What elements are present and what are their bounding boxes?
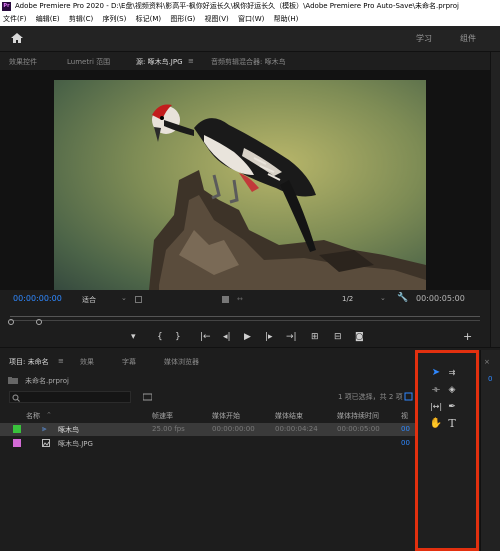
workspace-learn[interactable]: 学习 <box>416 33 432 44</box>
track-select-tool-icon[interactable]: ⇉ <box>445 367 459 379</box>
label-color-green[interactable] <box>13 425 21 433</box>
time-ruler[interactable] <box>10 316 480 317</box>
premiere-logo-icon: Pr <box>2 2 11 11</box>
sequence-icon: ⫸ <box>42 424 47 433</box>
mark-in-icon[interactable]: { <box>157 332 163 342</box>
slip-tool-icon[interactable]: |↔| <box>429 401 443 413</box>
col-media-start[interactable]: 媒体开始 <box>212 411 240 421</box>
zoom-end-handle-icon[interactable] <box>35 318 43 326</box>
window-title: Adobe Premiere Pro 2020 - D:\E盘\视频资料\影高平… <box>15 2 459 10</box>
search-icon <box>12 394 20 402</box>
razor-tool-icon[interactable]: ◈ <box>445 384 459 396</box>
quality-select[interactable]: 1/2 <box>342 295 353 303</box>
menu-marker[interactable]: 标记(M) <box>136 13 162 26</box>
image-file-icon <box>42 439 50 447</box>
row-end: 00:00:04:24 <box>275 425 318 433</box>
settings-box-icon[interactable] <box>135 296 142 303</box>
table-row[interactable]: ⫸ 啄木鸟 25.00 fps 00:00:00:00 00:00:04:24 … <box>0 423 415 436</box>
menu-graphics[interactable]: 图形(G) <box>170 13 195 26</box>
go-to-out-icon[interactable]: →| <box>286 332 297 342</box>
col-framerate[interactable]: 帧速率 <box>152 411 173 421</box>
tab-captions[interactable]: 字幕 <box>122 357 136 367</box>
col-name[interactable]: 名称 <box>26 411 40 421</box>
home-icon[interactable] <box>10 32 24 44</box>
label-color-magenta[interactable] <box>13 439 21 447</box>
timeline-panel-edge: × 0 <box>480 350 500 551</box>
row-video: 00 <box>401 425 410 433</box>
in-point-icon[interactable] <box>222 296 229 303</box>
playhead-timecode[interactable]: 00:00:00:00 <box>13 294 62 303</box>
hand-tool-icon[interactable]: ✋ <box>429 418 443 430</box>
play-icon[interactable]: ▶ <box>244 332 251 342</box>
tab-effects[interactable]: 效果 <box>80 357 94 367</box>
col-media-end[interactable]: 媒体结束 <box>275 411 303 421</box>
menu-edit[interactable]: 编辑(E) <box>36 13 60 26</box>
step-back-icon[interactable]: ◂| <box>223 332 231 342</box>
row-duration: 00:00:05:00 <box>337 425 380 433</box>
row-name[interactable]: 啄木鸟 <box>58 425 79 435</box>
tab-audio-clip-mixer[interactable]: 音频剪辑混合器: 啄木鸟 <box>211 57 286 67</box>
tab-lumetri-scopes[interactable]: Lumetri 范围 <box>67 57 110 67</box>
type-tool-icon[interactable]: T <box>445 418 459 430</box>
tab-source[interactable]: 源: 啄木鸟.JPG <box>136 57 183 71</box>
menu-view[interactable]: 视图(V) <box>204 13 228 26</box>
menu-help[interactable]: 帮助(H) <box>274 13 299 26</box>
project-breadcrumb: 未命名.prproj <box>25 377 69 385</box>
selection-count: 1 项已选择，共 2 项 <box>338 393 403 401</box>
source-panel-tabs: 效果控件 Lumetri 范围 源: 啄木鸟.JPG ≡ 音频剪辑混合器: 啄木… <box>0 52 500 71</box>
workspace-bar: 学习 组件 <box>0 26 500 52</box>
new-bin-icon[interactable] <box>143 393 152 401</box>
folder-icon <box>8 377 18 384</box>
add-button-icon[interactable]: + <box>463 331 472 342</box>
tab-project[interactable]: 项目: 未命名 <box>9 357 49 367</box>
drag-handle-icon[interactable]: ↔ <box>237 295 243 303</box>
project-tab-menu-icon[interactable]: ≡ <box>58 357 64 365</box>
tab-menu-icon[interactable]: ≡ <box>188 57 194 65</box>
add-marker-icon[interactable]: ▾ <box>131 332 136 342</box>
menu-file[interactable]: 文件(F) <box>3 13 27 26</box>
step-forward-icon[interactable]: |▸ <box>265 332 273 342</box>
table-row[interactable]: 啄木鸟.JPG 00 <box>0 437 415 450</box>
row-name[interactable]: 啄木鸟.JPG <box>58 439 93 449</box>
program-panel-edge <box>490 52 500 347</box>
wrench-icon[interactable]: 🔧 <box>397 293 408 303</box>
col-video[interactable]: 视 <box>401 411 408 421</box>
tab-effect-controls[interactable]: 效果控件 <box>9 57 37 67</box>
workspace-assembly[interactable]: 组件 <box>460 33 476 44</box>
video-frame <box>54 80 426 290</box>
premiere-window: { "app": { "logo_text": "Pr", "title": "… <box>0 0 500 551</box>
pen-tool-icon[interactable]: ✒ <box>445 401 459 413</box>
close-icon[interactable]: × <box>484 358 490 366</box>
zoom-bar[interactable] <box>10 320 480 321</box>
duration-timecode: 00:00:05:00 <box>416 294 465 303</box>
search-input[interactable] <box>9 391 131 403</box>
tools-panel: ➤ ⇉ ⟛ ◈ |↔| ✒ ✋ T <box>415 350 479 551</box>
mark-out-icon[interactable]: } <box>175 332 181 342</box>
zoom-start-handle-icon[interactable] <box>7 318 15 326</box>
title-bar: Pr Adobe Premiere Pro 2020 - D:\E盘\视频资料\… <box>0 0 500 13</box>
menu-clip[interactable]: 剪辑(C) <box>69 13 93 26</box>
menu-window[interactable]: 窗口(W) <box>238 13 264 26</box>
go-to-in-icon[interactable]: |← <box>200 332 211 342</box>
ripple-edit-tool-icon[interactable]: ⟛ <box>429 384 443 396</box>
fit-select[interactable]: 适合 <box>82 295 96 305</box>
row-framerate: 25.00 fps <box>152 425 185 433</box>
selection-tool-icon[interactable]: ➤ <box>429 367 443 379</box>
table-header: 名称 ⌃ 帧速率 媒体开始 媒体结束 媒体持续时间 视 <box>0 410 415 421</box>
timeline-timecode-fragment: 0 <box>488 375 493 383</box>
menu-sequence[interactable]: 序列(S) <box>102 13 126 26</box>
sort-up-icon[interactable]: ⌃ <box>46 411 52 419</box>
panel-options-icon[interactable] <box>404 392 413 401</box>
quality-chevron-icon[interactable]: ⌄ <box>380 294 386 302</box>
tab-media-browser[interactable]: 媒体浏览器 <box>164 357 199 367</box>
row-start: 00:00:00:00 <box>212 425 255 433</box>
menu-bar: 文件(F) 编辑(E) 剪辑(C) 序列(S) 标记(M) 图形(G) 视图(V… <box>0 13 500 26</box>
row-video: 00 <box>401 439 410 447</box>
overwrite-icon[interactable]: ⊟ <box>334 332 342 342</box>
chevron-down-icon[interactable]: ⌄ <box>121 294 127 302</box>
woodpecker-image <box>149 104 426 290</box>
col-duration[interactable]: 媒体持续时间 <box>337 411 379 421</box>
camera-icon[interactable]: ◙ <box>355 332 364 342</box>
insert-icon[interactable]: ⊞ <box>311 332 319 342</box>
